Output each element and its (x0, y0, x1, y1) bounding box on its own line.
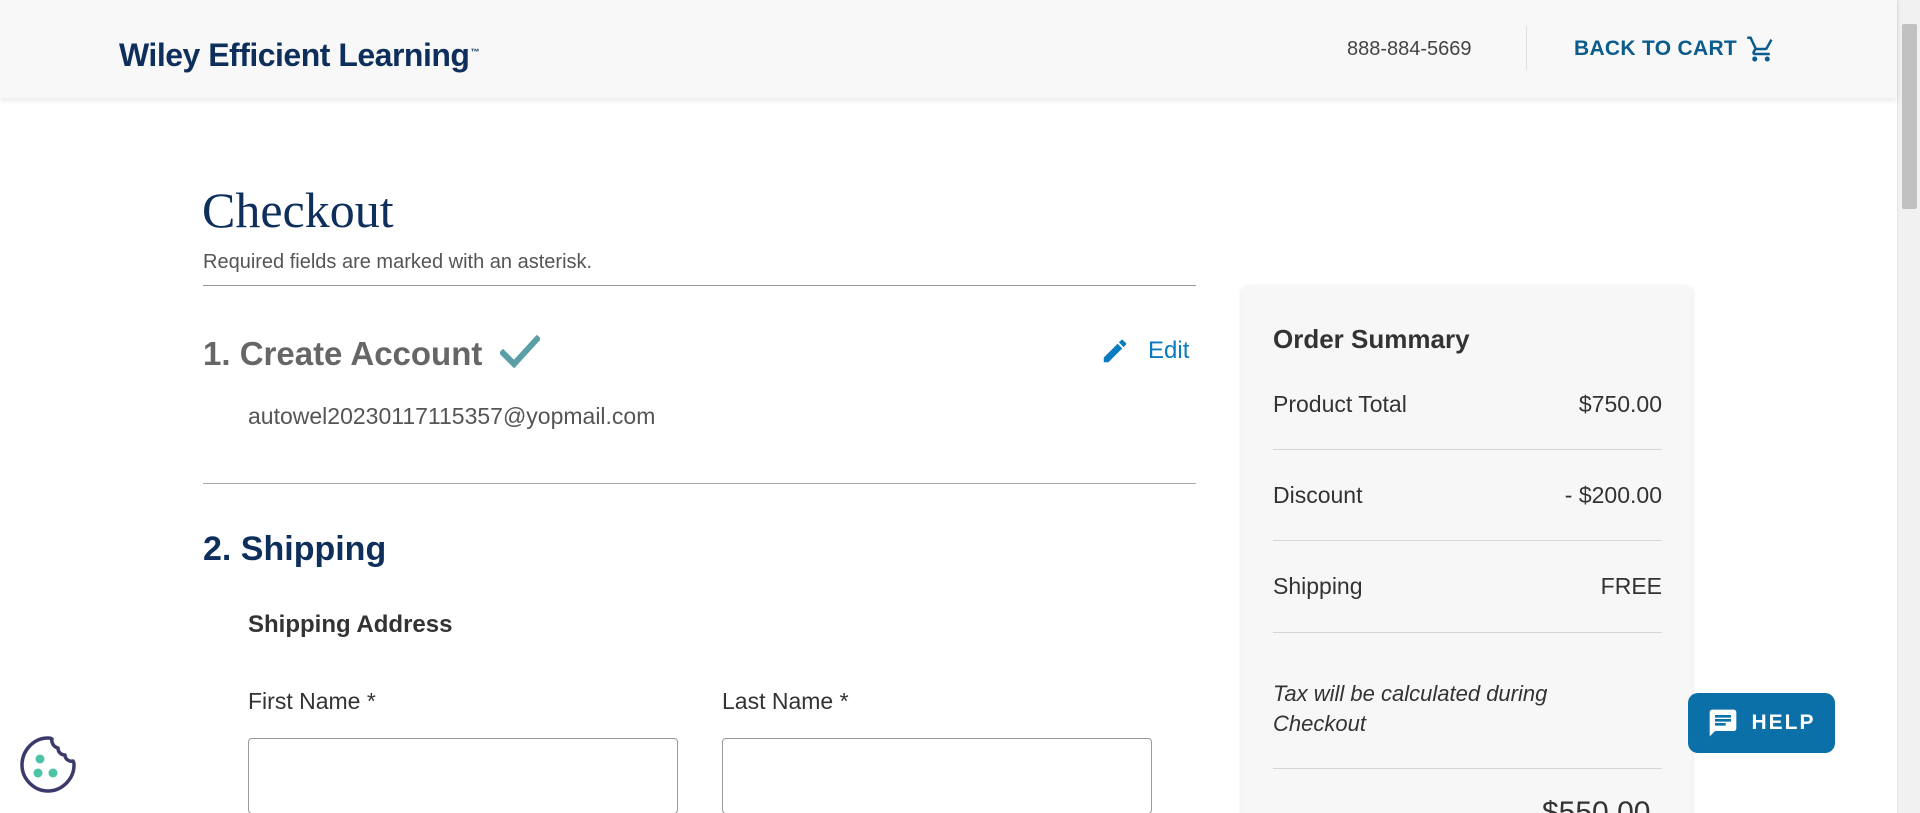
last-name-label: Last Name * (722, 688, 849, 714)
summary-divider (1273, 540, 1662, 541)
wiley-logo[interactable]: Wiley Efficient Learning™ (119, 37, 479, 74)
step-shipping-title: 2. Shipping (203, 530, 387, 568)
header-divider (1526, 26, 1527, 70)
account-email: autowel20230117115357@yopmail.com (248, 403, 656, 429)
back-to-cart-link[interactable]: BACK TO CART (1574, 37, 1737, 61)
order-total-value: $550.00 (1542, 796, 1651, 813)
phone-number[interactable]: 888-884-5669 (1347, 38, 1472, 61)
summary-row-product-total: Product Total $750.00 (1273, 391, 1662, 418)
logo-text: Wiley Efficient Learning (119, 37, 470, 73)
page-scrollbar[interactable] (1897, 0, 1920, 813)
summary-divider (1273, 768, 1662, 769)
order-summary-panel: Order Summary Product Total $750.00 Disc… (1242, 286, 1692, 813)
summary-row-shipping: Shipping FREE (1273, 573, 1662, 600)
summary-row-label: Product Total (1273, 391, 1407, 417)
summary-divider (1273, 449, 1662, 450)
divider (203, 285, 1196, 286)
summary-row-value: FREE (1600, 573, 1662, 599)
summary-row-discount: Discount - $200.00 (1273, 482, 1662, 509)
step-create-account-title: 1. Create Account (203, 335, 483, 372)
logo-trademark: ™ (470, 47, 479, 57)
summary-divider (1273, 632, 1662, 633)
first-name-input[interactable] (248, 738, 678, 813)
first-name-label: First Name * (248, 688, 376, 714)
help-label: HELP (1751, 711, 1816, 734)
edit-account-link[interactable]: Edit (1100, 336, 1189, 366)
shipping-address-heading: Shipping Address (248, 611, 453, 638)
summary-row-label: Discount (1273, 482, 1363, 508)
help-button[interactable]: HELP (1688, 693, 1835, 753)
tax-note: Tax will be calculated during Checkout (1273, 681, 1548, 736)
page-title: Checkout (202, 182, 394, 238)
summary-row-value: - $200.00 (1564, 482, 1662, 508)
summary-row-label: Shipping (1273, 573, 1363, 599)
site-header: Wiley Efficient Learning™ 888-884-5669 B… (0, 0, 1897, 98)
checkmark-icon (500, 335, 540, 369)
pencil-icon (1103, 339, 1127, 363)
edit-label: Edit (1148, 337, 1190, 364)
required-fields-note: Required fields are marked with an aster… (203, 251, 593, 273)
chat-bubble-icon (1710, 709, 1737, 737)
summary-row-value: $750.00 (1578, 391, 1662, 417)
scrollbar-thumb[interactable] (1902, 24, 1917, 209)
shopping-cart-icon[interactable] (1746, 34, 1776, 64)
divider (203, 483, 1196, 484)
last-name-input[interactable] (722, 738, 1152, 813)
cookie-icon[interactable] (16, 733, 80, 797)
order-summary-title: Order Summary (1273, 324, 1470, 354)
